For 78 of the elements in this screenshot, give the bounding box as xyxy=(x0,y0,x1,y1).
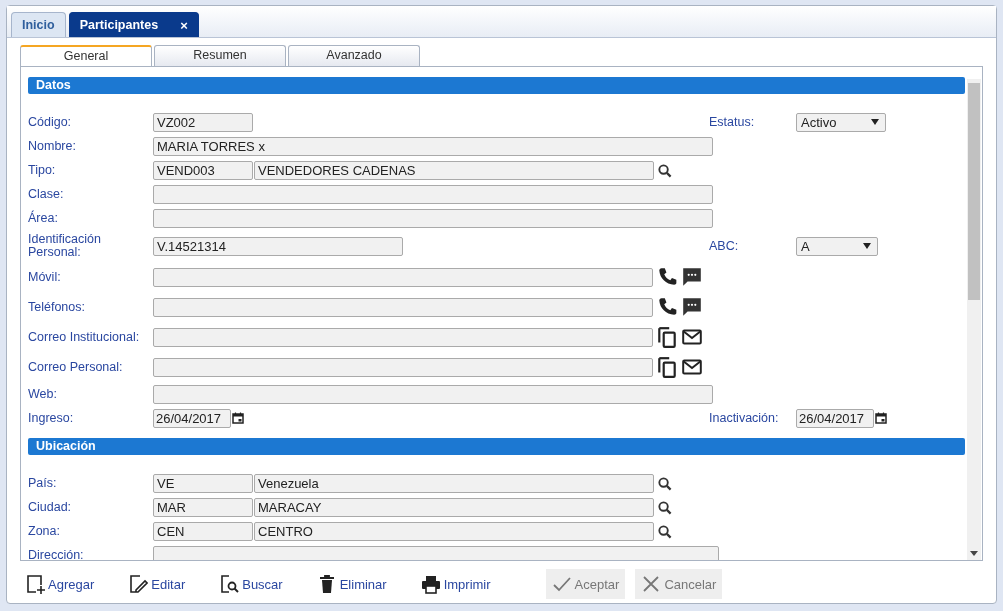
field-label: Identificación Personal: xyxy=(28,233,102,259)
toolbar-button[interactable]: Buscar xyxy=(214,569,288,599)
field-label: Ciudad: xyxy=(28,500,73,514)
toolbar-button[interactable]: Editar xyxy=(123,569,191,599)
field-label: Código: xyxy=(28,115,73,129)
toolbar-button[interactable]: Eliminar xyxy=(311,569,392,599)
input-field[interactable]: V.14521314 xyxy=(153,236,403,256)
date-field[interactable]: 26/04/2017 xyxy=(153,408,231,428)
copy-icon[interactable] xyxy=(656,326,678,348)
tab[interactable]: Resumen xyxy=(154,45,286,66)
envelope-icon[interactable] xyxy=(681,326,703,348)
field-label: Área: xyxy=(28,211,59,225)
search-icon[interactable] xyxy=(657,523,672,539)
printer-icon xyxy=(420,574,441,594)
field-label: Nombre: xyxy=(28,139,77,153)
input-field[interactable] xyxy=(153,327,653,347)
code-field[interactable]: VE xyxy=(153,473,253,493)
name-field[interactable]: VENDEDORES CADENAS xyxy=(254,160,654,180)
phone-icon[interactable] xyxy=(656,266,678,288)
caret-icon xyxy=(871,119,879,125)
tab[interactable]: Inicio xyxy=(11,12,66,37)
field-label: País: xyxy=(28,476,58,490)
calendar-icon[interactable] xyxy=(232,412,244,424)
edit-icon xyxy=(128,574,149,594)
input-field[interactable] xyxy=(153,208,713,228)
input-field[interactable]: MARIA TORRES x xyxy=(153,136,713,156)
code-field[interactable]: CEN xyxy=(153,521,253,541)
copy-icon[interactable] xyxy=(656,356,678,378)
field-label: Correo Personal: xyxy=(28,360,124,374)
tab[interactable]: General xyxy=(20,45,152,66)
search-icon[interactable] xyxy=(657,499,672,515)
toolbar-button[interactable]: Agregar xyxy=(20,569,100,599)
field-label: ABC: xyxy=(709,239,739,253)
field-label: Correo Institucional: xyxy=(28,330,141,344)
caret-icon xyxy=(863,243,871,249)
field-label: Inactivación: xyxy=(709,411,779,425)
tab[interactable]: Participantes × xyxy=(68,12,199,37)
chat-bubble-icon[interactable] xyxy=(681,296,703,318)
tab[interactable]: Avanzado xyxy=(288,45,420,66)
field-label: Dirección: xyxy=(28,548,85,560)
date-field[interactable]: 26/04/2017 xyxy=(796,408,874,428)
scrollbar[interactable] xyxy=(967,79,981,560)
calendar-icon[interactable] xyxy=(875,412,887,424)
field-label: Estatus: xyxy=(709,115,755,129)
code-field[interactable]: VEND003 xyxy=(153,160,253,180)
dropdown[interactable]: A xyxy=(796,236,878,256)
name-field[interactable]: MARACAY xyxy=(254,497,654,517)
field-label: Móvil: xyxy=(28,270,62,284)
name-field[interactable]: CENTRO xyxy=(254,521,654,541)
input-field[interactable] xyxy=(153,357,653,377)
toolbar-button[interactable]: Imprimir xyxy=(415,569,496,599)
section-header: Datos xyxy=(28,77,965,94)
name-field[interactable]: Venezuela xyxy=(254,473,654,493)
input-field[interactable] xyxy=(153,384,713,404)
input-field[interactable] xyxy=(153,545,719,560)
add-icon xyxy=(25,574,45,594)
field-label: Clase: xyxy=(28,187,65,201)
envelope-icon[interactable] xyxy=(681,356,703,378)
scroll-down-arrow-icon[interactable] xyxy=(970,551,978,556)
phone-icon[interactable] xyxy=(656,296,678,318)
document-search-icon xyxy=(219,574,240,594)
input-field[interactable] xyxy=(153,184,713,204)
field-label: Zona: xyxy=(28,524,61,538)
code-field[interactable]: MAR xyxy=(153,497,253,517)
input-field[interactable]: VZ002 xyxy=(153,112,253,132)
close-icon xyxy=(641,574,662,594)
input-field[interactable] xyxy=(153,297,653,317)
dropdown[interactable]: Activo xyxy=(796,112,886,132)
close-tab-button[interactable]: × xyxy=(180,17,188,33)
field-label: Tipo: xyxy=(28,163,57,177)
search-icon[interactable] xyxy=(657,162,672,178)
field-label: Teléfonos: xyxy=(28,300,86,314)
chat-bubble-icon[interactable] xyxy=(681,266,703,288)
field-label: Ingreso: xyxy=(28,411,75,425)
field-label: Web: xyxy=(28,387,58,401)
input-field[interactable] xyxy=(153,267,653,287)
section-header: Ubicación xyxy=(28,438,965,455)
search-icon[interactable] xyxy=(657,475,672,491)
